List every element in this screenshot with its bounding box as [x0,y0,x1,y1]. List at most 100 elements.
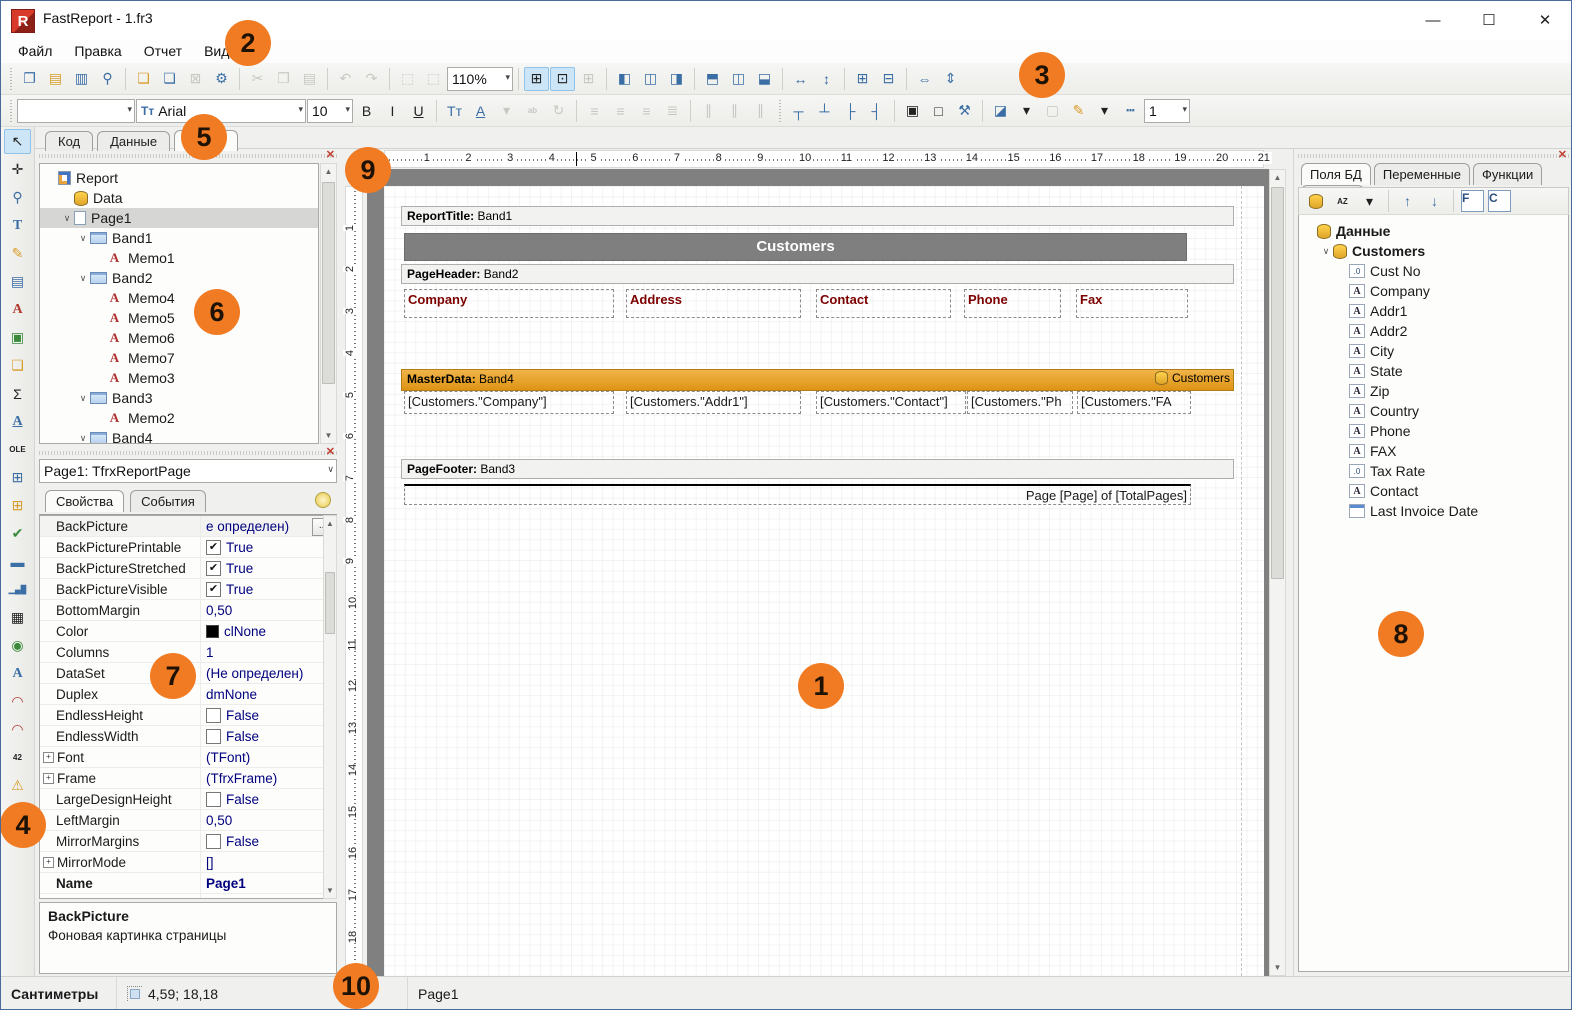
tree-item-memo4[interactable]: Memo4 [40,288,318,308]
edit-menu[interactable]: Правка [63,41,132,61]
panel-drag-handle[interactable]: ✕ [39,448,337,457]
scroll-down-icon[interactable]: ▼ [321,428,336,443]
frame-all-button[interactable]: ▣ [900,99,925,123]
same-height-button[interactable]: ⇕ [938,67,963,91]
tab-data[interactable]: Данные [97,131,170,151]
property-value[interactable]: ✔True [200,537,336,557]
insert-band-tool[interactable]: ▤ [4,269,31,294]
property-value[interactable]: clNone [200,621,336,641]
font-name-combo[interactable]: TтArial▾ [136,99,306,123]
font-size-combo[interactable]: 10▾ [307,99,353,123]
page-footer-memo[interactable]: Page [Page] of [TotalPages] [404,484,1191,505]
band-header-pagefooter[interactable]: PageFooter: Band3 [401,459,1234,479]
interval-gauge-tool[interactable]: ◠ [4,717,31,742]
tab-db-fields[interactable]: Поля БД [1301,163,1371,185]
frame-edit-button[interactable]: ⚒ [952,99,977,123]
fill-color-button[interactable]: ◪ [988,99,1013,123]
insert-caption-button[interactable]: C [1487,189,1512,213]
field-tax-rate[interactable]: Tax Rate [1299,461,1568,481]
tab-code[interactable]: Код [45,131,93,151]
property-value[interactable]: 0,50 [200,600,336,620]
memo-company-header[interactable]: Company [404,289,614,318]
tab-variables[interactable]: Переменные [1374,163,1470,185]
checkbox-icon[interactable] [206,834,221,849]
memo-fax-header[interactable]: Fax [1076,289,1188,318]
property-value[interactable]: (TFont) [200,747,336,767]
gauge-object-tool[interactable]: ◠ [4,689,31,714]
memo-field-company[interactable]: [Customers."Company"] [404,391,614,414]
picture-object-tool[interactable]: ▣ [4,325,31,350]
expand-arrow-icon[interactable]: ∨ [76,433,90,444]
preview-button[interactable]: ⚲ [95,67,120,91]
field-zip[interactable]: Zip [1299,381,1568,401]
field-cust-no[interactable]: Cust No [1299,261,1568,281]
property-value[interactable]: 1 [200,642,336,662]
toolbar-grip[interactable] [777,100,782,122]
checkbox-object-tool[interactable]: ✔ [4,521,31,546]
property-value[interactable]: е определен)... [200,516,336,536]
scroll-up-icon[interactable]: ▲ [321,164,336,179]
align-left-button[interactable]: ◧ [612,67,637,91]
scroll-down-icon[interactable]: ▼ [324,883,336,898]
expand-plus-icon[interactable]: + [43,773,54,784]
property-row-frame[interactable]: +Frame(TfrxFrame) [40,768,336,789]
page-settings-button[interactable]: ⚙ [209,67,234,91]
scroll-thumb[interactable] [1271,187,1284,579]
draw-tool[interactable]: A [4,409,31,434]
checkbox-icon[interactable]: ✔ [206,561,221,576]
property-row-mirrormargins[interactable]: MirrorMarginsFalse [40,831,336,852]
field-addr2[interactable]: Addr2 [1299,321,1568,341]
close-panel-icon[interactable]: ✕ [326,148,335,161]
new-report-page-button[interactable]: ❏ [131,67,156,91]
close-panel-icon[interactable]: ✕ [1558,148,1567,161]
property-value[interactable]: (Не определен) [200,663,336,683]
tree-item-memo7[interactable]: Memo7 [40,348,318,368]
report-tree-scrollbar[interactable]: ▲ ▼ [320,163,337,444]
show-grid-button[interactable]: ⊞ [524,67,549,91]
checkbox-icon[interactable] [206,729,221,744]
field-city[interactable]: City [1299,341,1568,361]
font-settings-button[interactable]: Tт [442,99,467,123]
frame-top-button[interactable]: ┬ [786,99,811,123]
field-state[interactable]: State [1299,361,1568,381]
insert-field-button[interactable]: F [1460,189,1485,213]
map-object-tool[interactable]: ◉ [4,633,31,658]
property-row-leftmargin[interactable]: LeftMargin0,50 [40,810,336,831]
line-color-dropdown[interactable]: ▾ [1092,99,1117,123]
checkbox-icon[interactable]: ✔ [206,582,221,597]
property-value[interactable]: dmNone [200,684,336,704]
frame-none-button[interactable]: □ [926,99,951,123]
property-value[interactable]: Page1 [200,873,336,893]
property-value[interactable]: ✔True [200,558,336,578]
minimize-button[interactable]: — [1405,1,1461,39]
gradient-object-tool[interactable]: ▬ [4,549,31,574]
new-report-button[interactable]: ❐ [17,67,42,91]
property-row-color[interactable]: ColorclNone [40,621,336,642]
style-combo[interactable]: ▾ [17,99,135,123]
tree-item-memo2[interactable]: Memo2 [40,408,318,428]
memo-field-phone[interactable]: [Customers."Ph [967,391,1073,414]
property-value[interactable]: [] [200,852,336,872]
text-object-tool[interactable]: A [4,297,31,322]
zoom-tool[interactable]: ⚲ [4,185,31,210]
table-object-tool[interactable]: ▦ [4,605,31,630]
toolbar-grip[interactable] [8,68,13,90]
align-top-button[interactable]: ⬒ [700,67,725,91]
field-country[interactable]: Country [1299,401,1568,421]
property-row-largedesignheight[interactable]: LargeDesignHeightFalse [40,789,336,810]
close-panel-icon[interactable]: ✕ [326,445,335,458]
underline-button[interactable]: U [406,99,431,123]
tree-item-memo6[interactable]: Memo6 [40,328,318,348]
report-menu[interactable]: Отчет [133,41,193,61]
canvas-viewport[interactable]: ReportTitle: Band1 Customers PageHeader:… [367,169,1269,976]
align-bottom-button[interactable]: ⬓ [752,67,777,91]
canvas-scrollbar[interactable]: ▲ ▼ [1269,169,1286,976]
band-header-pageheader[interactable]: PageHeader: Band2 [401,264,1234,284]
db-item-data[interactable]: Данные [1299,221,1568,241]
db-crosstab-object-tool[interactable]: ⊞ [4,493,31,518]
report-page[interactable]: ReportTitle: Band1 Customers PageHeader:… [384,186,1264,976]
property-value[interactable]: ✔True [200,579,336,599]
field-addr1[interactable]: Addr1 [1299,301,1568,321]
expand-arrow-icon[interactable]: ∨ [1319,246,1333,257]
align-center-button[interactable]: ◫ [638,67,663,91]
